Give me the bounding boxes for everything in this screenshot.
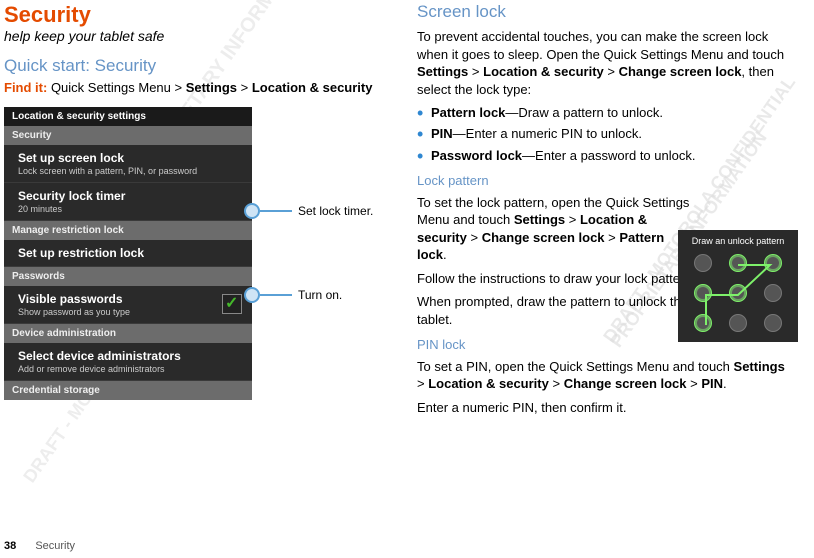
lock-pattern-body-1: To set the lock pattern, open the Quick … (417, 194, 697, 264)
callout-turn-on: Turn on. (244, 287, 342, 303)
visible-passwords-checkbox[interactable] (222, 294, 242, 314)
pattern-dot[interactable] (764, 254, 782, 272)
pattern-dot[interactable] (694, 314, 712, 332)
callout-set-lock-timer: Set lock timer. (244, 203, 373, 219)
lock-type-password: Password lock—Enter a password to unlock… (417, 147, 794, 165)
row-set-up-restriction-lock[interactable]: Set up restriction lock (4, 240, 252, 267)
lock-type-pattern: Pattern lock—Draw a pattern to unlock. (417, 104, 794, 122)
settings-section-device-admin: Device administration (4, 324, 252, 343)
screen-lock-intro: To prevent accidental touches, you can m… (417, 28, 794, 98)
page-tagline: help keep your tablet safe (4, 28, 381, 44)
row-select-device-administrators[interactable]: Select device administrators Add or remo… (4, 343, 252, 381)
settings-section-security: Security (4, 126, 252, 145)
row-set-up-screen-lock[interactable]: Set up screen lock Lock screen with a pa… (4, 145, 252, 183)
pattern-dot[interactable] (764, 314, 782, 332)
page-section-title: Security (4, 2, 381, 28)
page-footer: 38 Security (4, 540, 75, 552)
unlock-pattern-label: Draw an unlock pattern (678, 236, 798, 246)
pin-lock-body-1: To set a PIN, open the Quick Settings Me… (417, 358, 794, 393)
settings-screenshot: Location & security settings Security Se… (4, 107, 252, 400)
pattern-dot[interactable] (729, 314, 747, 332)
find-it-label: Find it: (4, 80, 47, 95)
timer-indicator-icon (224, 192, 242, 210)
callout-dot-icon (244, 287, 260, 303)
lock-pattern-body-3: When prompted, draw the pattern to unloc… (417, 293, 697, 328)
unlock-pattern-widget: Draw an unlock pattern (678, 230, 798, 342)
row-security-lock-timer[interactable]: Security lock timer 20 minutes (4, 183, 252, 221)
settings-section-credential-storage: Credential storage (4, 381, 252, 400)
pin-lock-body-2: Enter a numeric PIN, then confirm it. (417, 399, 794, 417)
settings-section-restriction: Manage restriction lock (4, 221, 252, 240)
lock-pattern-body-2: Follow the instructions to draw your loc… (417, 270, 697, 288)
settings-header: Location & security settings (4, 107, 252, 126)
callout-line-icon (260, 294, 292, 296)
quick-start-heading: Quick start: Security (4, 56, 381, 76)
settings-section-passwords: Passwords (4, 267, 252, 286)
pattern-dot[interactable] (694, 284, 712, 302)
callout-dot-icon (244, 203, 260, 219)
lock-type-pin: PIN—Enter a numeric PIN to unlock. (417, 125, 794, 143)
lock-pattern-heading: Lock pattern (417, 173, 794, 188)
pattern-dot[interactable] (764, 284, 782, 302)
find-it-line: Find it: Quick Settings Menu > Settings … (4, 80, 381, 97)
page-number: 38 (4, 540, 16, 552)
pattern-dot[interactable] (729, 284, 747, 302)
row-visible-passwords[interactable]: Visible passwords Show password as you t… (4, 286, 252, 324)
screen-lock-heading: Screen lock (417, 2, 794, 22)
footer-section-label: Security (35, 540, 75, 552)
pattern-dot[interactable] (729, 254, 747, 272)
lock-type-list: Pattern lock—Draw a pattern to unlock. P… (417, 104, 794, 165)
pattern-dot[interactable] (694, 254, 712, 272)
callout-line-icon (260, 210, 292, 212)
